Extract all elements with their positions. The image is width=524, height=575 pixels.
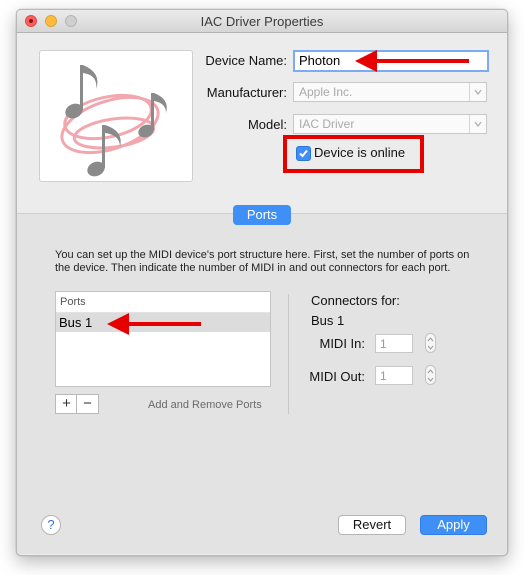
midi-in-stepper[interactable]: [425, 333, 436, 353]
chevron-updown-icon: [469, 115, 486, 133]
midi-out-field[interactable]: 1: [375, 366, 413, 385]
help-button[interactable]: ?: [41, 515, 61, 535]
apply-button[interactable]: Apply: [420, 515, 487, 535]
properties-window: IAC Driver Properties Device Name: Photo…: [16, 9, 508, 556]
connectors-bus-name: Bus 1: [311, 313, 345, 328]
device-icon-well: [39, 50, 193, 182]
midi-out-stepper[interactable]: [425, 365, 436, 385]
manufacturer-value: Apple Inc.: [299, 85, 353, 99]
model-label: Model:: [247, 117, 287, 132]
midi-out-label: MIDI Out:: [309, 369, 365, 384]
chevron-updown-icon: [469, 83, 486, 101]
manufacturer-popup[interactable]: Apple Inc.: [293, 82, 487, 102]
add-port-button[interactable]: +: [55, 394, 78, 414]
add-remove-buttons: + −: [55, 394, 99, 414]
revert-button[interactable]: Revert: [338, 515, 406, 535]
connectors-title: Connectors for:: [311, 293, 400, 308]
title-bar[interactable]: IAC Driver Properties: [17, 10, 507, 33]
model-popup[interactable]: IAC Driver: [293, 114, 487, 134]
music-notes-icon: [60, 65, 167, 177]
manufacturer-label: Manufacturer:: [206, 85, 287, 100]
model-value: IAC Driver: [299, 117, 355, 131]
remove-port-button[interactable]: −: [76, 394, 99, 414]
red-arrow-icon: [355, 50, 469, 72]
red-arrow-icon: [107, 313, 201, 335]
window-title: IAC Driver Properties: [200, 14, 324, 29]
midi-in-field[interactable]: 1: [375, 334, 413, 353]
device-name-value: Photon: [299, 53, 341, 68]
add-remove-label: Add and Remove Ports: [148, 399, 262, 411]
section-divider: [288, 294, 289, 414]
tab-ports[interactable]: Ports: [233, 205, 291, 225]
ports-column-header[interactable]: Ports: [56, 292, 270, 313]
device-name-label: Device Name:: [205, 53, 287, 68]
ports-description: You can set up the MIDI device's port st…: [55, 249, 470, 274]
ports-table[interactable]: Ports Bus 1: [55, 291, 271, 387]
annotation-highlight-box: [283, 135, 424, 173]
midi-in-label: MIDI In:: [319, 336, 365, 351]
